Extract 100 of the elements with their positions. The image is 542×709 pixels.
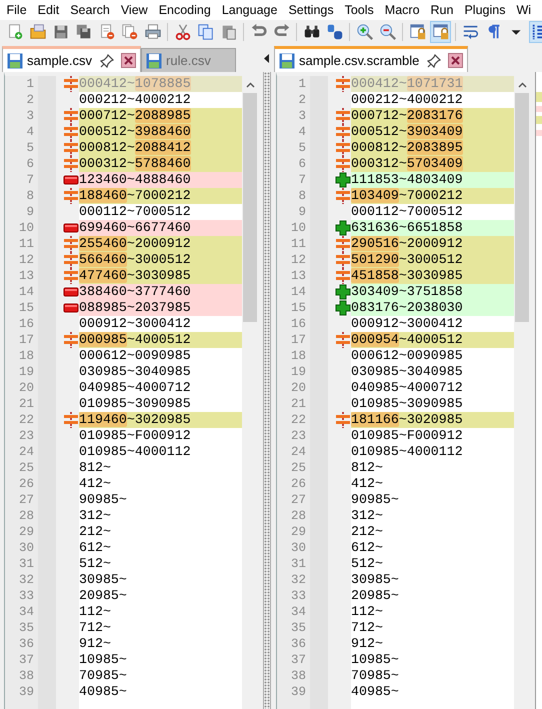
code-line: 112~ [79,604,111,620]
code-line: 501290~3000512 [351,252,463,268]
line-number: 16 [290,316,307,332]
code-line: 000912~3000412 [79,316,191,332]
line-number: 33 [290,588,307,604]
menu-item[interactable]: Search [64,0,116,20]
line-number: 2 [25,92,35,108]
code-line: 477460~3030985 [79,268,191,284]
line-number: 33 [18,588,35,604]
pin-icon[interactable] [100,54,114,68]
code-line: 010985~F000912 [79,428,191,444]
code-line: 123460~4888460 [79,172,191,188]
document-map[interactable] [535,72,542,709]
line-number: 31 [18,556,35,572]
code-line: 912~ [79,636,111,652]
menu-item[interactable]: Plugins [458,0,511,20]
line-number: 32 [18,572,35,588]
line-number: 1 [297,76,307,92]
scrollbar-thumb[interactable] [515,93,529,322]
line-number: 23 [18,428,35,444]
close-icon[interactable] [448,53,464,68]
code-line: 412~ [79,476,111,492]
splitter[interactable] [263,72,271,709]
line-number: 21 [290,396,307,412]
menu-item[interactable]: Wi [510,0,537,20]
line-number: 10 [18,220,35,236]
menu-item[interactable]: Run [425,0,459,20]
code-line: 212~ [79,524,111,540]
line-number: 3 [297,108,307,124]
line-number: 20 [18,380,35,396]
line-number: 20 [290,380,307,396]
code-line: 000312~5788460 [79,156,191,172]
code-line: 255460~2000912 [79,236,191,252]
line-number: 6 [297,156,307,172]
line-number: 17 [290,332,307,348]
code-line: 181166~3020985 [351,412,463,428]
menu-item[interactable]: Encoding [153,0,216,20]
line-number: 7 [25,172,35,188]
menu-item[interactable]: Language [216,0,283,20]
line-number: 22 [290,412,307,428]
line-number: 5 [25,140,35,156]
scroll-up-icon[interactable] [518,82,526,88]
code-line: 712~ [351,620,383,636]
menu-item[interactable]: Macro [379,0,426,20]
code-line: 290516~2000912 [351,236,463,252]
scroll-left-icon[interactable] [264,54,270,62]
menu-item[interactable]: View [115,0,154,20]
menu-item[interactable]: Edit [32,0,65,20]
code-line: 90985~ [79,492,127,508]
code-line: 000812~2088412 [79,140,191,156]
code-line: 812~ [79,460,111,476]
file-tab[interactable]: sample.csv.scramble [274,46,468,72]
line-number: 8 [25,188,35,204]
pin-icon[interactable] [427,54,442,68]
code-line: 10985~ [79,652,127,668]
line-number: 26 [290,476,307,492]
code-line: 70985~ [79,668,127,684]
menu-item[interactable]: Settings [282,0,340,20]
line-number: 11 [290,236,307,252]
code-line: 010985~3090985 [351,396,463,412]
line-number: 10 [290,220,307,236]
line-number: 35 [18,620,35,636]
code-line: 000212~4000212 [79,92,191,108]
code-line: 030985~3040985 [79,364,191,380]
code-line: 000712~2088985 [79,108,191,124]
line-number: 24 [18,444,35,460]
line-number: 37 [18,652,35,668]
line-number: 36 [290,636,307,652]
code-line: 111853~4803409 [351,172,463,188]
code-line: 010985~F000912 [351,428,463,444]
line-number: 24 [290,444,307,460]
code-line: 103409~7000212 [351,188,463,204]
line-number: 31 [290,556,307,572]
code-line: 30985~ [79,572,127,588]
file-tab[interactable]: sample.csv [2,46,142,72]
code-line: 000412~1078885 [79,76,191,92]
scrollbar-thumb[interactable] [243,93,257,322]
line-number: 15 [290,300,307,316]
code-line: 000612~0090985 [351,348,463,364]
code-line: 000985~4000512 [79,332,191,348]
menu-item[interactable]: File [1,0,32,20]
menu-item[interactable]: Tools [339,0,380,20]
code-line: 000712~2083176 [351,108,463,124]
line-number: 30 [290,540,307,556]
line-number: 28 [290,508,307,524]
line-number: 18 [290,348,307,364]
code-line: 451858~3030985 [351,268,463,284]
window-lock-icon[interactable] [430,21,451,43]
line-number: 15 [18,300,35,316]
code-line: 010985~4000112 [79,444,191,460]
line-number: 4 [297,124,307,140]
line-number: 21 [18,396,35,412]
code-line: 512~ [79,556,111,572]
close-icon[interactable] [121,53,136,68]
line-number: 38 [290,668,307,684]
scroll-up-icon[interactable] [246,82,254,88]
code-line: 303409~3751858 [351,284,463,300]
line-number: 2 [297,92,307,108]
code-line: 040985~4000712 [79,380,191,396]
code-line: 000112~7000512 [351,204,463,220]
